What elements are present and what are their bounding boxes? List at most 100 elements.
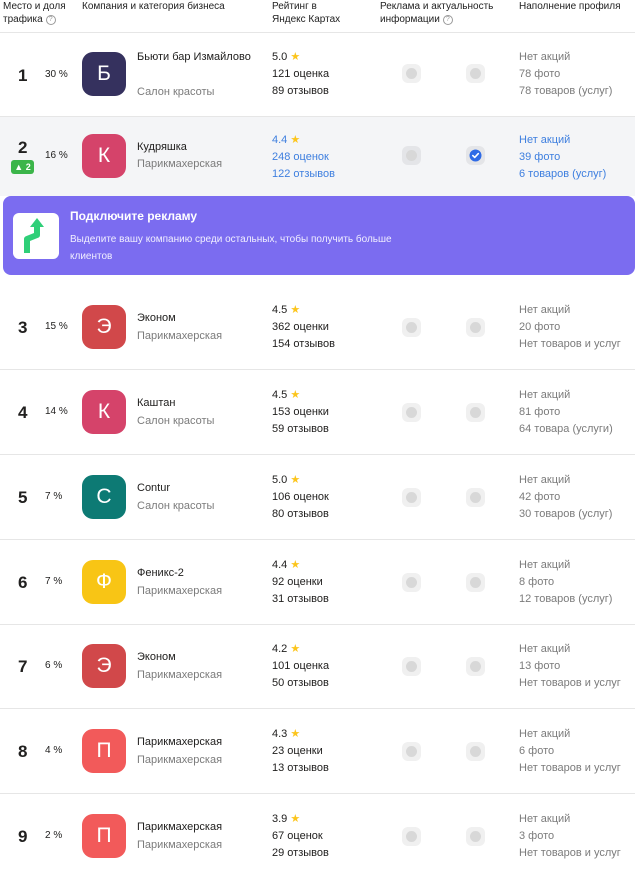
company-category: Парикмахерская [137,330,223,342]
profile-fill: Нет акций 78 фото 78 товаров (услуг) [519,49,612,100]
company-avatar: Э [82,305,126,349]
rating-block: 4.4 ★ 248 оценок 122 отзывов [272,132,335,183]
table-header: Место и доля трафика? Компания и категор… [0,0,635,33]
photos-count: 20 фото [519,321,561,333]
company-name[interactable]: Каштан [137,395,262,412]
traffic-share: 30 % [45,69,68,80]
profile-fill: Нет акций 13 фото Нет товаров и услуг [519,641,621,692]
ratings-count: 121 оценка [272,68,330,80]
table-row[interactable]: 3 15 % Э Эконом Парикмахерская 4.5 ★ 362… [0,285,635,370]
company-category: Парикмахерская [137,158,223,170]
star-icon: ★ [290,728,301,740]
photos-count: 81 фото [519,406,561,418]
reviews-count: 59 отзывов [272,423,329,435]
table-row[interactable]: 5 7 % С Contur Салон красоты 5.0 ★ 106 о… [0,455,635,540]
ad-promo-banner[interactable]: Подключите рекламу Выделите вашу компани… [3,196,635,275]
ratings-count: 67 оценок [272,830,323,842]
company-name[interactable]: Эконом [137,310,262,327]
rating-value: 4.4 [272,134,288,146]
reviews-count: 29 отзывов [272,847,329,859]
goods-count: Нет товаров и услуг [519,677,621,689]
table-row[interactable]: 1 30 % Б Бьюти бар Измайлово Салон красо… [0,32,635,117]
company-category: Парикмахерская [137,754,223,766]
ads-status-icon [402,827,421,846]
table-row[interactable]: 8 4 % П Парикмахерская Парикмахерская 4.… [0,709,635,794]
table-row[interactable]: 7 6 % Э Эконом Парикмахерская 4.2 ★ 101 … [0,625,635,709]
ratings-count[interactable]: 248 оценок [272,149,335,166]
table-row-own-company[interactable]: 2 ▲ 2 16 % К Кудряшка Парикмахерская 4.4… [0,117,635,196]
promo-status: Нет акций [519,474,571,486]
goods-count: Нет товаров и услуг [519,847,621,859]
company-name[interactable]: Феникс-2 [137,565,262,582]
table-row[interactable]: 4 14 % К Каштан Салон красоты 4.5 ★ 153 … [0,370,635,455]
rating-value: 4.5 [272,304,288,316]
company-name[interactable]: Парикмахерская [137,819,262,836]
table-row[interactable]: 6 7 % Ф Феникс-2 Парикмахерская 4.4 ★ 92… [0,540,635,625]
ads-status-icon [402,64,421,83]
header-place: Место и доля трафика? [3,0,75,26]
ads-status-icon [402,318,421,337]
star-icon: ★ [290,51,301,63]
company-name[interactable]: Эконом [137,649,262,666]
company-name[interactable]: Кудряшка [137,139,262,156]
company-name[interactable]: Бьюти бар Измайлово [137,49,262,66]
company-category: Салон красоты [137,415,215,427]
ratings-count: 106 оценок [272,491,329,503]
company-name[interactable]: Парикмахерская [137,734,262,751]
promo-status: Нет акций [519,304,571,316]
table-row[interactable]: 9 2 % П Парикмахерская Парикмахерская 3.… [0,794,635,875]
check-icon [469,149,482,162]
reviews-count[interactable]: 122 отзывов [272,166,335,183]
position-change: 2 [25,162,31,172]
reviews-count: 89 отзывов [272,85,329,97]
company-category: Салон красоты [137,86,215,98]
rating-value: 4.2 [272,643,288,655]
goods-count[interactable]: 6 товаров (услуг) [519,166,606,183]
company-avatar: К [82,134,126,178]
place-number: 7 [18,657,28,676]
ratings-count: 92 оценки [272,576,323,588]
goods-count: Нет товаров и услуг [519,762,621,774]
traffic-share: 14 % [45,406,68,417]
rating-block: 4.4 ★ 92 оценки 31 отзывов [272,557,329,608]
reviews-count: 13 отзывов [272,762,329,774]
company-category: Парикмахерская [137,669,223,681]
goods-count: 64 товара (услуги) [519,423,613,435]
traffic-share: 16 % [45,150,68,161]
profile-fill: Нет акций 81 фото 64 товара (услуги) [519,387,613,438]
promo-status[interactable]: Нет акций [519,132,606,149]
ads-status-icon [402,403,421,422]
place-number: 1 [18,66,28,85]
promo-status: Нет акций [519,643,571,655]
header-ads-label: Реклама и актуальность информации [380,1,494,25]
info-icon[interactable]: ? [45,15,56,25]
place-number: 6 [18,573,28,592]
info-verified-icon [466,146,485,165]
company-category: Парикмахерская [137,585,223,597]
traffic-share: 7 % [45,491,63,502]
info-verified-icon [466,827,485,846]
star-icon: ★ [290,134,301,146]
company-category: Парикмахерская [137,839,223,851]
star-icon: ★ [290,474,301,486]
promo-status: Нет акций [519,559,571,571]
growth-arrow-icon [13,213,59,259]
rating-value: 5.0 [272,51,288,63]
photos-count: 42 фото [519,491,561,503]
rating-block: 5.0 ★ 106 оценок 80 отзывов [272,472,329,523]
arrow-up-icon: ▲ [14,162,24,172]
photos-count[interactable]: 39 фото [519,149,606,166]
place-number: 8 [18,742,28,761]
traffic-share: 2 % [45,830,63,841]
photos-count: 13 фото [519,660,561,672]
photos-count: 6 фото [519,745,555,757]
position-up-badge: ▲ 2 [11,160,34,174]
company-name[interactable]: Contur [137,480,262,497]
rating-value: 4.4 [272,559,288,571]
goods-count: Нет товаров и услуг [519,338,621,350]
traffic-share: 4 % [45,745,63,756]
rating-value: 5.0 [272,474,288,486]
ads-status-icon [402,146,421,165]
info-icon[interactable]: ? [442,15,453,25]
rating-value: 4.5 [272,389,288,401]
